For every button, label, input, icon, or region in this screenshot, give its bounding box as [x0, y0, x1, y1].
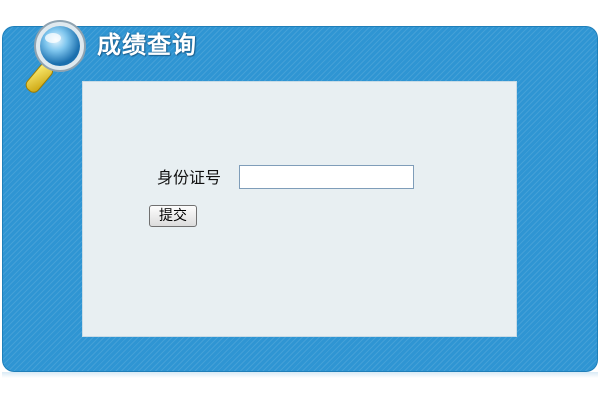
id-number-label: 身份证号 [157, 168, 222, 187]
score-query-page: 成绩查询 身份证号 提交 [0, 0, 600, 400]
id-number-input[interactable] [239, 165, 414, 189]
page-title: 成绩查询 [97, 31, 197, 59]
content-area [83, 82, 516, 336]
panel-shadow [2, 372, 598, 378]
submit-button[interactable]: 提交 [149, 205, 197, 227]
